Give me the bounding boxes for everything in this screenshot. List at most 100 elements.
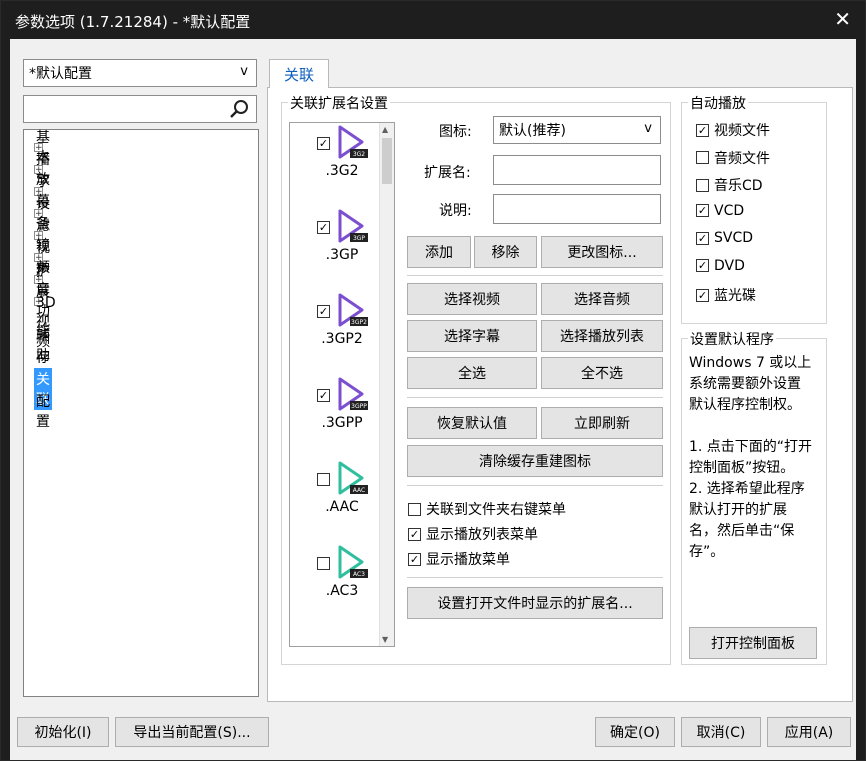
file-type-icon: AC3 (338, 545, 368, 579)
restore-default-button[interactable]: 恢复默认值 (407, 407, 537, 439)
autoplay-checkbox-row[interactable]: ✓ DVD (696, 258, 745, 274)
icon-label: 图标: (439, 124, 472, 140)
autoplay-checkbox-row[interactable]: ✓ 视频文件 (696, 120, 770, 140)
open-control-panel-button[interactable]: 打开控制面板 (689, 627, 817, 659)
autoplay-checkbox[interactable] (696, 178, 709, 192)
autoplay-checkbox[interactable]: ✓ (696, 204, 709, 217)
icon-select[interactable]: 默认(推荐) v (493, 116, 661, 144)
clear-cache-button[interactable]: 清除缓存重建图标 (407, 445, 663, 477)
search-input[interactable] (23, 95, 257, 123)
extension-item[interactable]: AAC .AAC (290, 459, 380, 543)
search-icon[interactable] (228, 98, 250, 120)
change-icon-button[interactable]: 更改图标... (541, 236, 663, 268)
refresh-now-button[interactable]: 立即刷新 (541, 407, 663, 439)
file-type-icon: AAC (338, 461, 368, 495)
autoplay-label: 音乐CD (714, 178, 763, 194)
file-type-icon: 3GP2 (338, 293, 368, 327)
autoplay-checkbox[interactable] (696, 151, 709, 164)
desc-label: 说明: (439, 203, 472, 219)
autoplay-label: 视频文件 (714, 123, 770, 139)
remove-button[interactable]: 移除 (474, 236, 537, 268)
file-type-badge: 3G2 (353, 151, 365, 158)
autoplay-checkbox[interactable]: ✓ (696, 288, 709, 302)
category-tree[interactable]: +基本+播放+字幕+设备+滤镜+视频+声音+扩展功能3D 视频辅助存档关联配置 (23, 129, 259, 697)
description-line (689, 416, 825, 437)
extension-item[interactable]: ✓ 3G2.3G2 (290, 123, 380, 207)
autoplay-checkbox-row[interactable]: ✓ VCD (696, 203, 744, 219)
title-bar[interactable]: 参数选项 (1.7.21284) - *默认配置 ✕ (1, 1, 865, 39)
option-checkbox[interactable]: ✓ (408, 552, 421, 566)
close-icon[interactable]: ✕ (834, 7, 851, 31)
autoplay-checkbox[interactable]: ✓ (696, 259, 709, 272)
select-audio-button[interactable]: 选择音频 (541, 283, 663, 315)
scroll-thumb[interactable] (382, 138, 392, 184)
tab-association[interactable]: 关联 (269, 59, 329, 88)
autoplay-checkbox-row[interactable]: 音乐CD (696, 175, 763, 195)
export-config-button[interactable]: 导出当前配置(S)... (115, 717, 269, 747)
description-line: 2. 选择希望此程序 (689, 481, 805, 497)
autoplay-checkbox[interactable]: ✓ (696, 231, 709, 245)
description-line: 默认打开的扩展 (689, 502, 787, 518)
window-frame-left (1, 39, 10, 760)
file-type-badge: AAC (353, 487, 365, 494)
select-none-button[interactable]: 全不选 (541, 357, 663, 389)
option-checkbox[interactable] (408, 502, 421, 516)
description-line: 1. 点击下面的“打开 (689, 439, 813, 455)
option-checkbox-row[interactable]: ✓ 显示播放列表菜单 (408, 524, 538, 544)
extension-item[interactable]: ✓ 3GP2.3GP2 (290, 291, 380, 375)
autoplay-checkbox-row[interactable]: 音频文件 (696, 148, 770, 168)
extension-item[interactable]: ✓ 3GP .3GP (290, 207, 380, 291)
separator (407, 397, 663, 398)
autoplay-label: DVD (714, 257, 745, 274)
ext-input[interactable] (493, 155, 661, 185)
autoplay-checkbox-row[interactable]: ✓ 蓝光碟 (696, 285, 756, 305)
option-label: 关联到文件夹右键菜单 (426, 502, 566, 518)
autoplay-label: 蓝光碟 (714, 288, 756, 304)
option-checkbox-row[interactable]: ✓ 显示播放菜单 (408, 549, 510, 569)
file-type-badge: 3GP2 (351, 319, 367, 326)
file-type-badge: 3GPP (351, 403, 367, 410)
description-line: Windows 7 或以上 (689, 355, 812, 371)
cancel-button[interactable]: 取消(C) (681, 717, 761, 747)
select-all-button[interactable]: 全选 (407, 357, 537, 389)
set-open-ext-button[interactable]: 设置打开文件时显示的扩展名... (407, 587, 663, 619)
select-video-button[interactable]: 选择视频 (407, 283, 537, 315)
autoplay-label: 音频文件 (714, 150, 770, 167)
extension-list-scrollbar[interactable]: ▲ ▼ (379, 123, 394, 646)
autoplay-checkbox-row[interactable]: ✓ SVCD (696, 230, 753, 246)
apply-button[interactable]: 应用(A) (767, 717, 851, 747)
add-button[interactable]: 添加 (407, 236, 471, 268)
extension-item[interactable]: AC3 .AC3 (290, 543, 380, 627)
extension-checkbox[interactable]: ✓ (317, 137, 330, 150)
desc-input[interactable] (493, 194, 661, 224)
extension-item[interactable]: ✓ 3GPP .3GPP (290, 375, 380, 459)
separator (407, 577, 663, 578)
extension-list[interactable]: AC3 .AC3 AAC .AAC ✓ 3GPP .3GPP ✓ 3GP2.3GP2 ✓ 3GP .3… (289, 122, 395, 647)
select-playlist-button[interactable]: 选择播放列表 (541, 320, 663, 352)
description-line: 系统需要额外设置 (689, 376, 801, 392)
extension-checkbox[interactable]: ✓ (317, 389, 330, 402)
option-checkbox-row[interactable]: 关联到文件夹右键菜单 (408, 499, 566, 519)
autoplay-checkbox[interactable]: ✓ (696, 123, 709, 137)
select-subtitle-button[interactable]: 选择字幕 (407, 320, 537, 352)
scroll-up-icon[interactable]: ▲ (382, 125, 388, 134)
extension-checkbox[interactable]: ✓ (317, 221, 330, 234)
file-type-icon: 3G2 (338, 125, 368, 159)
separator (407, 275, 663, 276)
scroll-down-icon[interactable]: ▼ (382, 635, 388, 644)
option-checkbox[interactable]: ✓ (408, 527, 421, 541)
profile-select[interactable]: *默认配置 v (23, 59, 257, 87)
ext-label: 扩展名: (424, 165, 471, 181)
extension-checkbox[interactable]: ✓ (317, 305, 330, 318)
default-program-description: Windows 7 或以上 系统需要额外设置 默认程序控制权。 1. 点击下面的“打开… (689, 353, 825, 563)
autoplay-label: VCD (714, 202, 745, 219)
extension-checkbox[interactable] (317, 473, 330, 486)
extension-checkbox[interactable] (317, 557, 330, 570)
option-label: 显示播放列表菜单 (426, 527, 538, 543)
tree-item[interactable]: 配置 (34, 394, 50, 430)
autoplay-label: SVCD (714, 230, 754, 246)
init-button[interactable]: 初始化(I) (17, 717, 109, 747)
assoc-group-title: 关联扩展名设置 (288, 93, 390, 113)
icon-select-value: 默认(推荐) (499, 123, 566, 139)
ok-button[interactable]: 确定(O) (595, 717, 675, 747)
